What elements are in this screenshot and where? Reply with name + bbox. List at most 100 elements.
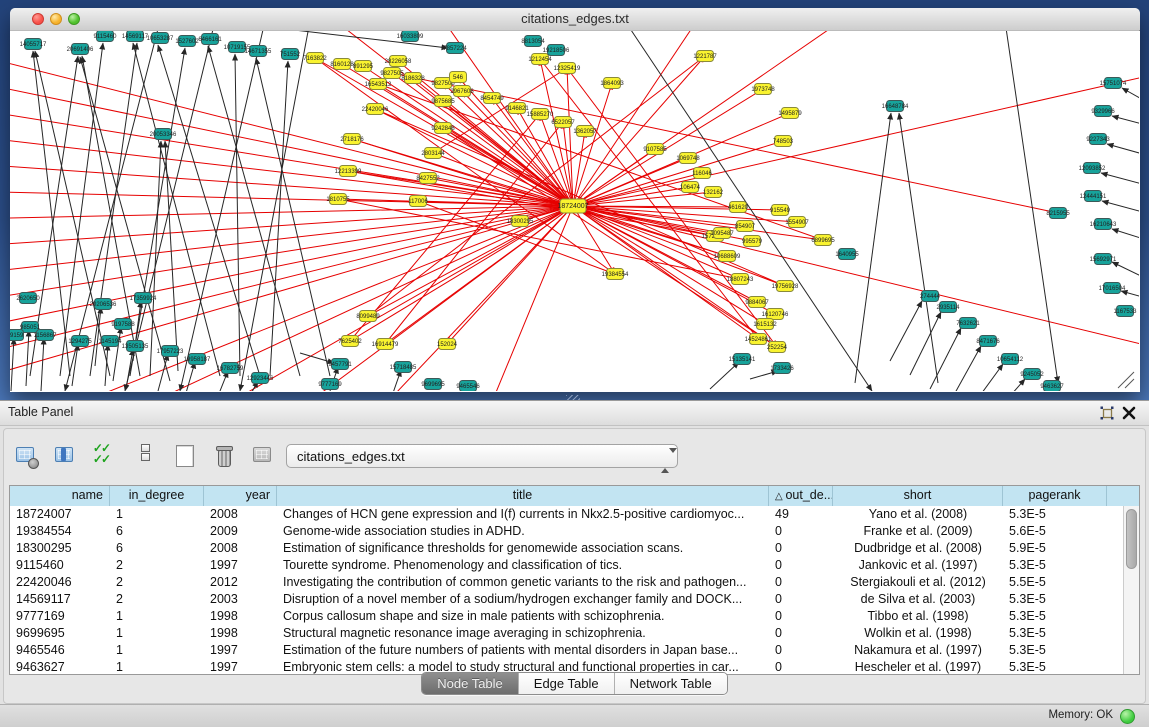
network-node[interactable]: 16033809 bbox=[397, 31, 424, 42]
network-node[interactable]: 1221787 bbox=[693, 51, 717, 62]
network-node[interactable]: 9884067 bbox=[745, 297, 769, 308]
network-node[interactable]: 15135141 bbox=[729, 354, 756, 365]
column-header-short[interactable]: short bbox=[833, 486, 1003, 506]
show-columns-icon[interactable] bbox=[53, 443, 79, 471]
network-node[interactable]: 16210643 bbox=[1090, 219, 1117, 230]
table-row[interactable]: 1938455462009Genome-wide association stu… bbox=[10, 523, 1124, 540]
network-node[interactable]: 12093852 bbox=[1079, 163, 1106, 174]
network-node[interactable]: 1527602 bbox=[175, 36, 199, 47]
network-node[interactable]: 1095487 bbox=[710, 228, 734, 239]
network-node[interactable]: 915549 bbox=[770, 205, 791, 216]
table-row[interactable]: 2242004622012Investigating the contribut… bbox=[10, 574, 1124, 591]
network-node[interactable]: 106474 bbox=[680, 182, 701, 193]
network-node[interactable]: 10654112 bbox=[997, 354, 1024, 365]
network-node[interactable]: 17016504 bbox=[1099, 283, 1126, 294]
table-settings-icon[interactable] bbox=[14, 443, 40, 471]
canvas-resize-grip[interactable] bbox=[1118, 372, 1134, 388]
network-node[interactable]: 891295 bbox=[353, 61, 374, 72]
network-node[interactable]: 6466161 bbox=[198, 34, 222, 45]
table-row[interactable]: 969969511998Structural magnetic resonanc… bbox=[10, 625, 1124, 642]
network-node[interactable]: 16648784 bbox=[882, 101, 909, 112]
network-node[interactable]: 1294275 bbox=[68, 336, 92, 347]
network-node[interactable]: 15751074 bbox=[1100, 78, 1127, 89]
network-hub-node[interactable]: 18724007 bbox=[557, 199, 588, 213]
network-node[interactable]: 12213399 bbox=[335, 166, 362, 177]
network-node[interactable]: 6522057 bbox=[551, 117, 575, 128]
network-canvas[interactable]: 7163822816012889129528226058982750516543… bbox=[10, 30, 1139, 391]
table-row[interactable]: 946554611997Estimation of the future num… bbox=[10, 642, 1124, 659]
network-node[interactable]: 9463627 bbox=[1040, 381, 1064, 392]
network-node[interactable]: 16120746 bbox=[762, 309, 789, 320]
network-node[interactable]: 9115460 bbox=[94, 31, 118, 42]
network-node[interactable]: 9107585 bbox=[643, 144, 667, 155]
network-node[interactable]: 252254 bbox=[767, 342, 788, 353]
network-node[interactable]: 1973748 bbox=[751, 84, 775, 95]
network-node[interactable]: 1615132 bbox=[753, 319, 777, 330]
network-node[interactable]: 8427552 bbox=[416, 173, 440, 184]
float-panel-icon[interactable] bbox=[1099, 405, 1115, 421]
network-node[interactable]: 19218506 bbox=[543, 45, 570, 56]
network-node[interactable]: 1362057 bbox=[573, 126, 597, 137]
network-node[interactable]: 15692971 bbox=[1090, 254, 1117, 265]
table-row[interactable]: 911546021997Tourette syndrome. Phenomeno… bbox=[10, 557, 1124, 574]
network-node[interactable]: 117006 bbox=[408, 196, 428, 207]
network-node[interactable]: 2620650 bbox=[16, 293, 40, 304]
network-node[interactable]: 7625402 bbox=[338, 336, 362, 347]
network-node[interactable]: 15718485 bbox=[390, 362, 417, 373]
table-vertical-scrollbar[interactable] bbox=[1123, 506, 1139, 674]
table-selector-dropdown[interactable]: citations_edges.txt bbox=[286, 444, 678, 468]
table-row[interactable]: 1830029562008Estimation of significance … bbox=[10, 540, 1124, 557]
network-node[interactable]: 8215955 bbox=[1046, 208, 1070, 219]
network-node[interactable]: 995579 bbox=[742, 236, 763, 247]
network-node[interactable]: 2803144 bbox=[421, 148, 445, 159]
column-header-indegree[interactable]: in_degree bbox=[110, 486, 204, 506]
new-table-icon[interactable] bbox=[172, 443, 198, 471]
column-header-name[interactable]: name bbox=[10, 486, 110, 506]
network-node[interactable]: 461620 bbox=[728, 202, 749, 213]
network-node[interactable]: 8160128 bbox=[330, 59, 354, 70]
network-node[interactable]: 1145194 bbox=[99, 336, 123, 347]
column-header-year[interactable]: year bbox=[204, 486, 277, 506]
scrollbar-thumb[interactable] bbox=[1126, 509, 1137, 569]
network-node[interactable]: 1069748 bbox=[676, 153, 700, 164]
network-node[interactable]: 546 bbox=[450, 72, 467, 83]
row-height-icon[interactable] bbox=[132, 443, 158, 471]
network-node[interactable]: 1864093 bbox=[600, 78, 624, 89]
network-node[interactable]: 2718176 bbox=[340, 134, 364, 145]
network-node[interactable]: 12325419 bbox=[554, 63, 581, 74]
network-node[interactable]: 1733426 bbox=[770, 363, 794, 374]
network-node[interactable]: 1167533 bbox=[1114, 306, 1138, 317]
network-node[interactable]: 9227343 bbox=[1086, 134, 1110, 145]
close-panel-icon[interactable] bbox=[1121, 405, 1137, 421]
network-node[interactable]: 116046 bbox=[692, 168, 712, 179]
network-node[interactable]: 1495879 bbox=[778, 108, 802, 119]
network-node[interactable]: 8471676 bbox=[976, 336, 1000, 347]
column-header-pagerank[interactable]: pagerank bbox=[1003, 486, 1107, 506]
network-node[interactable]: 274444 bbox=[920, 291, 941, 302]
network-node[interactable]: 20691406 bbox=[67, 44, 94, 55]
network-node[interactable]: 14569117 bbox=[122, 31, 149, 42]
column-header-outde[interactable]: △ out_de... bbox=[769, 486, 833, 506]
network-node[interactable]: 17359924 bbox=[130, 293, 157, 304]
network-node[interactable]: 1810755 bbox=[326, 194, 350, 205]
network-node[interactable]: 7857224 bbox=[443, 43, 467, 54]
table-row[interactable]: 1872400712008Changes of HCN gene express… bbox=[10, 506, 1124, 523]
network-node[interactable]: 748503 bbox=[773, 136, 794, 147]
network-node[interactable]: 10653287 bbox=[147, 33, 174, 44]
network-node[interactable]: 20053346 bbox=[150, 129, 177, 140]
tab-network-table[interactable]: Network Table bbox=[615, 673, 727, 694]
network-node[interactable]: 12444151 bbox=[1080, 191, 1107, 202]
network-node[interactable]: 2935114 bbox=[937, 302, 961, 313]
network-node[interactable]: 9242848 bbox=[431, 123, 455, 134]
delete-table-icon[interactable] bbox=[251, 443, 277, 471]
network-node[interactable]: 16914479 bbox=[372, 339, 399, 350]
network-node[interactable]: 1640955 bbox=[835, 249, 859, 260]
network-node[interactable]: 13505135 bbox=[122, 341, 149, 352]
network-node[interactable]: 15885270 bbox=[527, 109, 554, 120]
network-node[interactable]: 9875685 bbox=[431, 96, 455, 107]
network-node[interactable]: 9777169 bbox=[318, 379, 342, 390]
network-node[interactable]: 132162 bbox=[703, 187, 724, 198]
network-node[interactable]: 7632621 bbox=[956, 318, 980, 329]
network-window-titlebar[interactable]: citations_edges.txt bbox=[10, 8, 1140, 31]
network-node[interactable]: 6899695 bbox=[811, 235, 835, 246]
